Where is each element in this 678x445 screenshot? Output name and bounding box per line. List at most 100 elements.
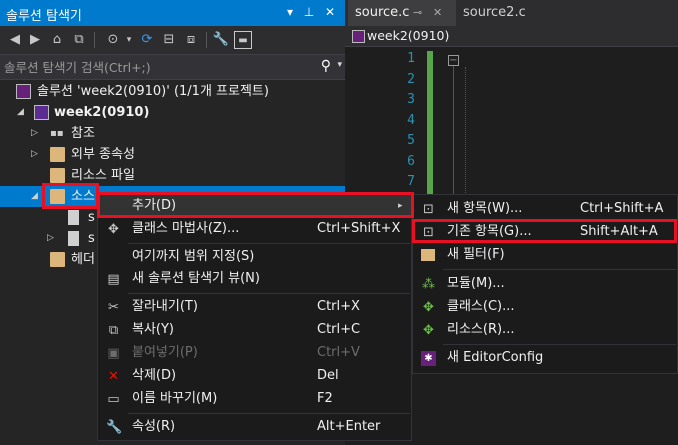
toolbar-separator [94, 32, 95, 48]
tree-item-external-deps[interactable]: ▷ 외부 종속성 [0, 144, 345, 165]
menu-item-properties[interactable]: 🔧 속성(R) Alt+Enter [98, 415, 411, 439]
back-icon[interactable]: ◀ [6, 31, 24, 49]
submenu-item-new-item[interactable]: ⊡ 새 항목(W)... Ctrl+Shift+A [413, 197, 677, 221]
class-icon: ✥ [423, 300, 434, 315]
collapsed-arrow-icon[interactable]: ▷ [47, 228, 54, 249]
menu-item-copy[interactable]: ⧉ 복사(Y) Ctrl+C [98, 318, 411, 342]
panel-title: 솔루션 탐색기 [6, 9, 82, 24]
collapse-toggle[interactable]: − [448, 55, 459, 66]
search-icon[interactable]: ⚲ [321, 58, 331, 74]
submenu-item-class[interactable]: ✥ 클래스(C)... [413, 295, 677, 319]
solution-explorer-titlebar: 솔루션 탐색기 ▾ ⊥ ✕ [0, 0, 345, 26]
new-filter-folder-icon [421, 249, 435, 261]
menu-item-cut[interactable]: ✂ 잘라내기(T) Ctrl+X [98, 295, 411, 319]
tree-item-label: week2(0910) [54, 105, 150, 120]
tree-item-solution[interactable]: 솔루션 'week2(0910)' (1/1개 프로젝트) [0, 81, 345, 102]
menu-separator [128, 413, 410, 414]
tree-item-label: 솔루션 'week2(0910)' (1/1개 프로젝트) [37, 84, 269, 99]
menu-item-shortcut: Del [317, 368, 339, 383]
project-icon [352, 30, 365, 43]
menu-item-label: 새 EditorConfig [447, 350, 544, 365]
menu-separator [443, 269, 676, 270]
navigation-bar[interactable]: week2(0910) [345, 26, 678, 47]
delete-icon: ✕ [108, 369, 119, 384]
project-scope-dropdown[interactable]: week2(0910) [367, 28, 449, 43]
outline-line [453, 66, 454, 211]
line-number: 3 [407, 92, 415, 107]
folder-icon [50, 147, 65, 162]
menu-item-label: 잘라내기(T) [132, 299, 198, 314]
search-input[interactable] [4, 57, 304, 77]
change-tracking-bar [427, 51, 433, 201]
toolbar-separator [206, 32, 207, 48]
menu-item-paste[interactable]: ▣ 붙여넣기(P) Ctrl+V [98, 341, 411, 365]
collapsed-arrow-icon[interactable]: ▷ [31, 144, 38, 165]
highlight-box-source-folder [42, 183, 99, 209]
menu-separator [128, 293, 410, 294]
dropdown-arrow-icon[interactable]: ▾ [120, 31, 138, 49]
forward-icon[interactable]: ▶ [26, 31, 44, 49]
preview-selected-items-icon[interactable]: ▬ [234, 31, 252, 49]
menu-item-label: 복사(Y) [132, 322, 175, 337]
refresh-icon[interactable]: ⟳ [138, 31, 156, 49]
tab-label: source2.c [463, 5, 526, 20]
solution-explorer-toolbar: ◀ ▶ ⌂ ⧉ ⊙ ▾ ⟳ ⊟ ⧈ 🔧 ▬ [0, 26, 345, 54]
tree-item-label: 참조 [71, 126, 95, 141]
pin-icon[interactable]: ⊥ [301, 4, 317, 20]
line-number: 4 [407, 112, 415, 128]
tree-item-label: s [88, 231, 95, 246]
references-icon: ▪▪ [50, 128, 64, 139]
submenu-item-new-filter[interactable]: 새 필터(F) [413, 243, 677, 267]
project-icon [34, 105, 49, 120]
tab-source2-c[interactable]: source2.c [456, 0, 546, 26]
highlight-box-add-item [97, 192, 414, 218]
c-file-icon [68, 210, 79, 225]
menu-item-shortcut: F2 [317, 391, 333, 406]
tree-item-project[interactable]: ◢ week2(0910) [0, 102, 345, 123]
menu-item-label: 클래스 마법사(Z)... [132, 221, 240, 236]
submenu-item-new-editorconfig[interactable]: ✱ 새 EditorConfig [413, 346, 677, 370]
menu-item-new-explorer-view[interactable]: ▤ 새 솔루션 탐색기 뷰(N) [98, 267, 411, 291]
search-options-arrow-icon[interactable]: ▾ [337, 60, 342, 70]
menu-item-class-wizard[interactable]: ✥ 클래스 마법사(Z)... Ctrl+Shift+X [98, 217, 411, 241]
search-bar: ⚲ ▾ [0, 54, 345, 80]
collapsed-arrow-icon[interactable]: ▷ [31, 123, 38, 144]
line-number: 5 [407, 133, 415, 148]
menu-item-rename[interactable]: ▭ 이름 바꾸기(M) F2 [98, 387, 411, 411]
tree-item-references[interactable]: ▷ ▪▪ 참조 [0, 123, 345, 144]
dropdown-arrow-icon[interactable]: ▾ [282, 4, 298, 20]
menu-item-label: 붙여넣기(P) [132, 345, 198, 360]
menu-item-label: 이름 바꾸기(M) [132, 391, 218, 406]
menu-item-shortcut: Alt+Enter [317, 419, 381, 434]
expanded-arrow-icon[interactable]: ◢ [31, 186, 38, 207]
submenu-item-module[interactable]: ⁂ 모듈(M)... [413, 272, 677, 296]
menu-item-delete[interactable]: ✕ 삭제(D) Del [98, 364, 411, 388]
submenu-item-resource[interactable]: ✥ 리소스(R)... [413, 318, 677, 342]
menu-item-shortcut: Ctrl+Shift+X [317, 221, 401, 236]
pin-icon[interactable]: ⊸ [413, 0, 422, 26]
menu-item-shortcut: Ctrl+X [317, 299, 360, 314]
menu-item-shortcut: Ctrl+V [317, 345, 360, 360]
switch-view-icon[interactable]: ⧉ [70, 31, 88, 49]
menu-item-label: 모듈(M)... [447, 276, 505, 291]
menu-item-shortcut: Ctrl+C [317, 322, 361, 337]
copy-icon: ⧉ [108, 323, 119, 338]
wrench-icon: 🔧 [106, 420, 123, 435]
menu-item-label: 삭제(D) [132, 368, 177, 383]
close-icon[interactable]: ✕ [433, 0, 442, 26]
menu-separator [443, 344, 676, 345]
home-icon[interactable]: ⌂ [48, 31, 66, 49]
close-icon[interactable]: ✕ [322, 4, 338, 20]
collapse-all-icon[interactable]: ⊟ [160, 31, 178, 49]
module-icon: ⁂ [422, 277, 435, 292]
menu-item-scope-to-this[interactable]: 여기까지 범위 지정(S) [98, 245, 411, 269]
new-view-icon: ▤ [107, 272, 120, 287]
indent-guide [465, 67, 466, 197]
highlight-box-existing-item [412, 219, 677, 243]
properties-wrench-icon[interactable]: 🔧 [212, 31, 230, 49]
tab-source-c[interactable]: source.c ⊸ ✕ [348, 0, 456, 26]
show-all-files-icon[interactable]: ⧈ [182, 31, 200, 49]
menu-item-label: 속성(R) [132, 419, 176, 434]
expanded-arrow-icon[interactable]: ◢ [17, 102, 24, 123]
tree-item-label: s [88, 210, 95, 225]
